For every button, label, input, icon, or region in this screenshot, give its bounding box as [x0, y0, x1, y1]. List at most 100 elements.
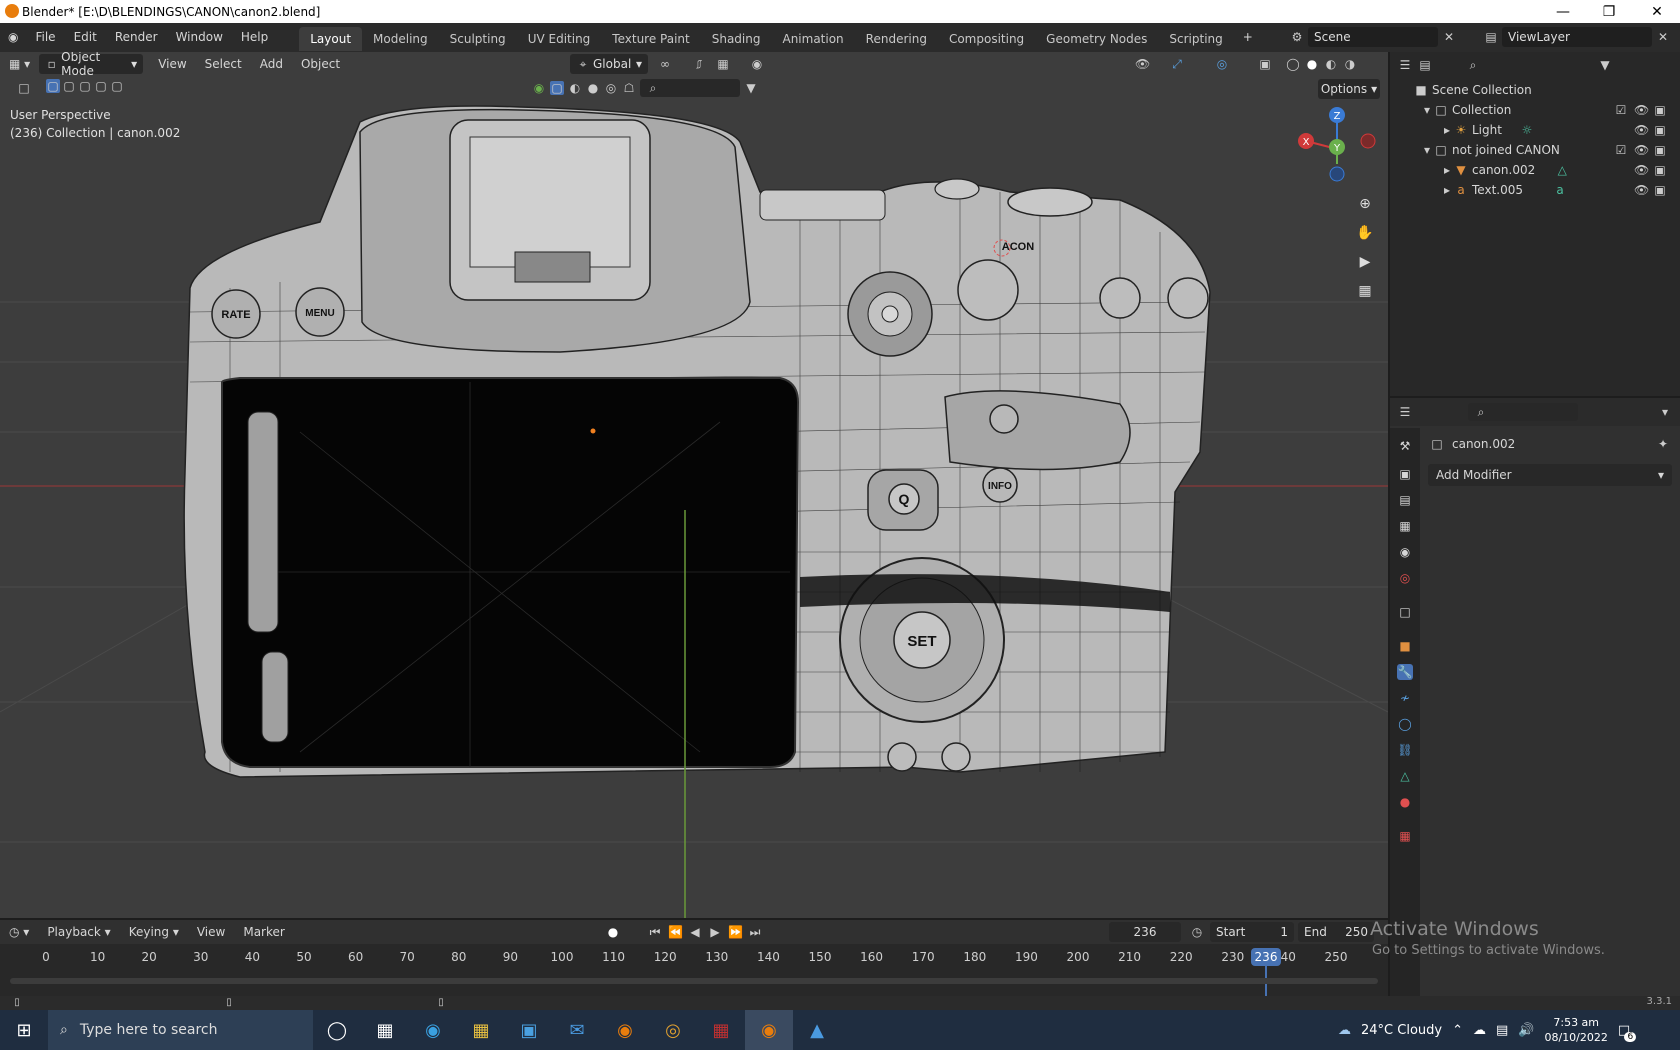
camera-icon[interactable]: ▣ — [1653, 103, 1667, 117]
viewlayer-selector[interactable]: ViewLayer — [1502, 27, 1652, 47]
playhead-frame-badge[interactable]: 236 — [1251, 948, 1281, 966]
clock-icon[interactable]: ◷ — [1190, 925, 1204, 939]
prev-keyframe-icon[interactable]: ⏪ — [668, 925, 683, 939]
tab-shading[interactable]: Shading — [701, 27, 772, 51]
cortana-icon[interactable]: ◯ — [313, 1010, 361, 1050]
camera-filter-icon[interactable]: ☖ — [622, 81, 636, 95]
eye-icon[interactable]: 👁 — [1634, 163, 1649, 177]
menu-marker[interactable]: Marker — [234, 925, 293, 939]
blender-active-icon[interactable]: ◉ — [745, 1010, 793, 1050]
render-tab-icon[interactable]: ▣ — [1397, 466, 1413, 482]
chevron-down-icon[interactable]: ▾ — [1658, 405, 1672, 419]
blender-menu-icon[interactable]: ◉ — [0, 23, 26, 52]
outliner-editor-icon[interactable]: ☰ — [1398, 58, 1412, 72]
transform-orientation[interactable]: ⌖ Global ▾ — [570, 54, 648, 74]
proportional-edit-icon[interactable]: ◉ — [750, 57, 764, 71]
chevron-up-icon[interactable]: ⌃ — [1452, 1023, 1463, 1038]
menu-file[interactable]: File — [26, 23, 64, 52]
end-frame-field[interactable]: End 250 — [1298, 922, 1374, 942]
select-intersect-icon[interactable]: ▢ — [110, 79, 124, 93]
outliner-row-canon-002[interactable]: ▸ ▼ canon.002 △ 👁 ▣ — [1390, 160, 1680, 180]
scene-icon[interactable]: ⚙ — [1290, 30, 1304, 44]
physics-tab-icon[interactable]: ◯ — [1397, 716, 1413, 732]
eye-icon[interactable]: 👁 — [1634, 183, 1649, 197]
chevron-right-icon[interactable]: ▸ — [1440, 183, 1454, 197]
chevron-right-icon[interactable]: ▸ — [1440, 163, 1454, 177]
wireframe-shading-icon[interactable]: ◯ — [1286, 57, 1300, 71]
store-icon[interactable]: ▣ — [505, 1010, 553, 1050]
display-mode-icon[interactable]: ▤ — [1418, 58, 1432, 72]
ortho-grid-icon[interactable]: ▦ — [1352, 278, 1378, 304]
select-subtract-icon[interactable]: ▢ — [78, 79, 92, 93]
onedrive-icon[interactable]: ☁ — [1473, 1023, 1486, 1038]
solid-shading-icon[interactable]: ● — [1305, 57, 1319, 71]
menu-timeline-view[interactable]: View — [188, 925, 234, 939]
menu-select[interactable]: Select — [196, 57, 251, 71]
xray-icon[interactable]: ▣ — [1258, 57, 1272, 71]
menu-object[interactable]: Object — [292, 57, 349, 71]
next-keyframe-icon[interactable]: ⏩ — [728, 925, 743, 939]
camera-view-icon[interactable]: ▶ — [1352, 249, 1378, 275]
outliner-row-text-005[interactable]: ▸ a Text.005 a 👁 ▣ — [1390, 180, 1680, 200]
tab-compositing[interactable]: Compositing — [938, 27, 1035, 51]
restore-icon[interactable]: ❐ — [1586, 0, 1632, 23]
visibility-icon[interactable]: 👁 — [1135, 57, 1150, 71]
camera-icon[interactable]: ▣ — [1653, 163, 1667, 177]
camera-icon[interactable]: ▣ — [1653, 123, 1667, 137]
chevron-down-icon[interactable]: ▾ — [1420, 143, 1434, 157]
viewport-search-input[interactable]: ⌕ — [640, 79, 740, 97]
filter-funnel-icon[interactable]: ▼ — [744, 81, 758, 95]
close-icon[interactable]: ✕ — [1634, 0, 1680, 23]
record-icon[interactable]: ● — [606, 925, 620, 939]
tab-geometry-nodes[interactable]: Geometry Nodes — [1035, 27, 1158, 51]
outliner-row-scene-collection[interactable]: ■ Scene Collection — [1390, 80, 1680, 100]
task-view-icon[interactable]: ▦ — [361, 1010, 409, 1050]
volume-icon[interactable]: 🔊 — [1518, 1023, 1534, 1038]
camera-icon[interactable]: ▣ — [1653, 183, 1667, 197]
checkbox-icon[interactable]: ☑ — [1614, 143, 1628, 157]
photos-icon[interactable]: ▲ — [793, 1010, 841, 1050]
weather-text[interactable]: 24°C Cloudy — [1361, 1023, 1442, 1038]
mail-icon[interactable]: ✉ — [553, 1010, 601, 1050]
file-explorer-icon[interactable]: ▦ — [457, 1010, 505, 1050]
overlay-icon[interactable]: ◎ — [1215, 57, 1229, 71]
output-tab-icon[interactable]: ▤ — [1397, 492, 1413, 508]
scene-selector[interactable]: Scene — [1308, 27, 1438, 47]
pivot-icon[interactable]: ∞ — [658, 57, 672, 71]
play-icon[interactable]: ▶ — [708, 925, 722, 939]
rendered-shading-icon[interactable]: ◑ — [1343, 57, 1357, 71]
constraints-tab-icon[interactable]: ⛓ — [1397, 742, 1413, 758]
collection-tab-icon[interactable]: □ — [1397, 604, 1413, 620]
camera-icon[interactable]: ▣ — [1653, 143, 1667, 157]
minimize-icon[interactable]: — — [1540, 0, 1586, 23]
tab-rendering[interactable]: Rendering — [855, 27, 938, 51]
material-tab-icon[interactable]: ● — [1397, 794, 1413, 810]
pan-hand-icon[interactable]: ✋ — [1352, 220, 1378, 246]
menu-view[interactable]: View — [149, 57, 195, 71]
notification-icon[interactable]: □ 6 — [1618, 1023, 1637, 1042]
menu-render[interactable]: Render — [106, 23, 167, 52]
eye-icon[interactable]: 👁 — [1634, 123, 1649, 137]
network-icon[interactable]: ▤ — [1496, 1023, 1508, 1038]
taskbar-search-box[interactable]: ⌕ Type here to search — [48, 1010, 313, 1050]
editor-type-icon[interactable]: ▦ ▾ — [0, 57, 39, 71]
viewlayer-icon[interactable]: ▤ — [1484, 30, 1498, 44]
snap-target-icon[interactable]: ▦ — [716, 57, 730, 71]
tab-modeling[interactable]: Modeling — [362, 27, 439, 51]
timeline-editor-icon[interactable]: ◷ ▾ — [0, 925, 38, 939]
tab-animation[interactable]: Animation — [771, 27, 854, 51]
properties-search-input[interactable]: ⌕ — [1468, 403, 1578, 421]
scene-tab-icon[interactable]: ◉ — [1397, 544, 1413, 560]
chevron-down-icon[interactable]: ▾ — [1420, 103, 1434, 117]
eye-icon[interactable]: 👁 — [1634, 143, 1649, 157]
menu-edit[interactable]: Edit — [65, 23, 106, 52]
filter-funnel-icon[interactable]: ▼ — [1598, 58, 1612, 72]
select-extend-icon[interactable]: ▢ — [62, 79, 76, 93]
menu-playback[interactable]: Playback ▾ — [38, 925, 119, 939]
particles-tab-icon[interactable]: ≁ — [1397, 690, 1413, 706]
outliner-row-light[interactable]: ▸ ☀ Light ☼ 👁 ▣ — [1390, 120, 1680, 140]
modifier-tab-icon[interactable]: 🔧 — [1397, 664, 1413, 680]
timeline-scrollbar[interactable] — [10, 978, 1378, 984]
tab-texture-paint[interactable]: Texture Paint — [601, 27, 700, 51]
world-tab-icon[interactable]: ◎ — [1397, 570, 1413, 586]
